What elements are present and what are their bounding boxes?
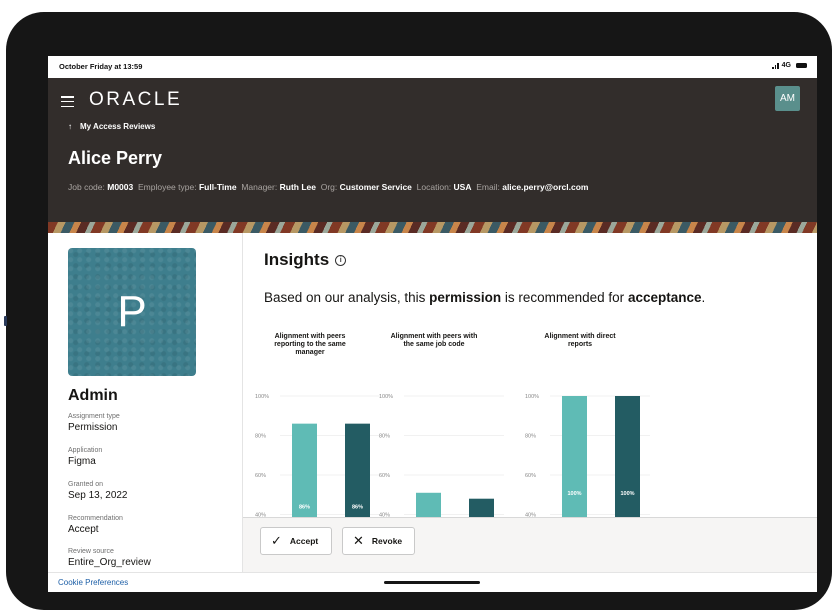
job-code-value: M0003 xyxy=(107,182,134,192)
bar xyxy=(562,396,587,517)
y-tick-label: 100% xyxy=(255,394,269,400)
up-arrow-icon: ↑ xyxy=(68,122,72,131)
cookie-bar: Cookie Preferences xyxy=(48,572,817,592)
chart-title: reports xyxy=(568,341,592,348)
email-value: alice.perry@orcl.com xyxy=(502,182,589,192)
field-label: Recommendation xyxy=(68,515,123,522)
assignment-type-field: Assignment type Permission xyxy=(68,413,120,433)
status-time: October Friday at 13:59 xyxy=(59,62,143,71)
bar xyxy=(416,492,441,517)
signal-icon xyxy=(772,62,779,69)
y-tick-label: 100% xyxy=(379,394,393,400)
action-bar: ✓ Accept ✕ Revoke xyxy=(243,517,817,573)
permission-sidebar: P Admin Assignment type Permission Appli… xyxy=(48,233,243,577)
chart-title: the same job code xyxy=(403,341,464,348)
field-label: Application xyxy=(68,447,103,454)
field-label: Assignment type xyxy=(68,413,120,420)
analysis-mid: is recommended for xyxy=(501,290,628,305)
permission-tile: P xyxy=(68,248,196,376)
location-label: Location: xyxy=(416,182,452,192)
menu-icon[interactable] xyxy=(61,96,74,110)
page-header: ORACLE AM ↑ My Access Reviews Alice Perr… xyxy=(48,78,817,233)
screen: October Friday at 13:59 4G ORACLE AM ↑ M… xyxy=(48,56,817,592)
granted-on-field: Granted on Sep 13, 2022 xyxy=(68,481,128,501)
field-value: Sep 13, 2022 xyxy=(68,490,128,501)
bar xyxy=(469,498,494,517)
y-tick-label: 60% xyxy=(379,473,390,479)
chart-title: Alignment with peers xyxy=(275,333,346,340)
field-label: Granted on xyxy=(68,481,104,488)
chart-title: manager xyxy=(295,349,324,356)
bar-data-label: 86% xyxy=(352,505,363,511)
org-label: Org: xyxy=(320,182,338,192)
bar-data-label: 86% xyxy=(299,505,310,511)
analysis-text: Based on our analysis, this permission i… xyxy=(264,290,705,305)
y-tick-label: 100% xyxy=(525,394,539,400)
revoke-label: Revoke xyxy=(371,536,403,546)
bar-data-label: 100% xyxy=(620,491,634,497)
accept-label: Accept xyxy=(289,536,319,546)
y-tick-label: 60% xyxy=(255,473,266,479)
revoke-button[interactable]: ✕ Revoke xyxy=(342,527,415,555)
bar xyxy=(345,423,370,517)
decorative-banner xyxy=(48,222,817,233)
analysis-pre: Based on our analysis, this xyxy=(264,290,430,305)
home-indicator xyxy=(384,581,480,584)
hardware-button xyxy=(4,316,7,326)
close-icon: ✕ xyxy=(353,533,364,548)
role-name: Admin xyxy=(68,387,118,404)
back-link[interactable]: ↑ My Access Reviews xyxy=(68,122,155,131)
tablet-frame: October Friday at 13:59 4G ORACLE AM ↑ M… xyxy=(4,12,832,610)
insights-heading: Insights i xyxy=(264,250,347,270)
bar-data-label: 100% xyxy=(567,491,581,497)
chart-title: Alignment with peers with xyxy=(391,333,478,340)
recommendation-field: Recommendation Accept xyxy=(68,515,123,535)
field-value: Figma xyxy=(68,456,96,467)
network-type: 4G xyxy=(781,62,791,69)
info-icon[interactable]: i xyxy=(335,254,347,266)
cookie-preferences-link[interactable]: Cookie Preferences xyxy=(58,578,128,587)
field-value: Entire_Org_review xyxy=(68,557,151,568)
status-indicators: 4G xyxy=(772,62,807,69)
org-value: Customer Service xyxy=(339,182,412,192)
email-label: Email: xyxy=(476,182,500,192)
back-link-label: My Access Reviews xyxy=(80,122,156,131)
manager-value: Ruth Lee xyxy=(279,182,316,192)
check-icon: ✓ xyxy=(271,533,282,548)
bar xyxy=(615,396,640,517)
field-value: Permission xyxy=(68,422,118,433)
location-value: USA xyxy=(453,182,472,192)
battery-icon xyxy=(796,63,807,68)
job-code-label: Job code: xyxy=(68,182,105,192)
status-bar: October Friday at 13:59 4G xyxy=(48,56,817,78)
manager-label: Manager: xyxy=(241,182,278,192)
y-tick-label: 80% xyxy=(255,434,266,440)
bar xyxy=(292,423,317,517)
review-source-field: Review source Entire_Org_review xyxy=(68,548,151,568)
insights-panel: Insights i Based on our analysis, this p… xyxy=(243,233,817,517)
y-tick-label: 80% xyxy=(525,434,536,440)
analysis-bold-acceptance: acceptance xyxy=(627,290,702,305)
y-tick-label: 80% xyxy=(379,434,390,440)
application-field: Application Figma xyxy=(68,447,102,467)
field-label: Review source xyxy=(68,548,114,555)
alignment-charts: Alignment with peersreporting to the sam… xyxy=(255,333,650,517)
accept-button[interactable]: ✓ Accept xyxy=(260,527,332,555)
chart-title: reporting to the same xyxy=(274,341,346,348)
y-tick-label: 60% xyxy=(525,473,536,479)
employee-type-value: Full-Time xyxy=(198,182,237,192)
insights-title: Insights xyxy=(264,250,330,269)
oracle-logo[interactable]: ORACLE xyxy=(89,89,182,111)
employee-meta: Job code: M0003 Employee type: Full-Time… xyxy=(68,182,588,192)
tile-letter: P xyxy=(117,287,147,336)
analysis-post: . xyxy=(701,290,706,305)
field-value: Accept xyxy=(68,524,99,535)
chart-title: Alignment with direct xyxy=(544,333,616,340)
employee-type-label: Employee type: xyxy=(137,182,197,192)
employee-name: Alice Perry xyxy=(68,148,163,168)
user-avatar-button[interactable]: AM xyxy=(775,86,800,111)
analysis-bold-permission: permission xyxy=(429,290,502,305)
